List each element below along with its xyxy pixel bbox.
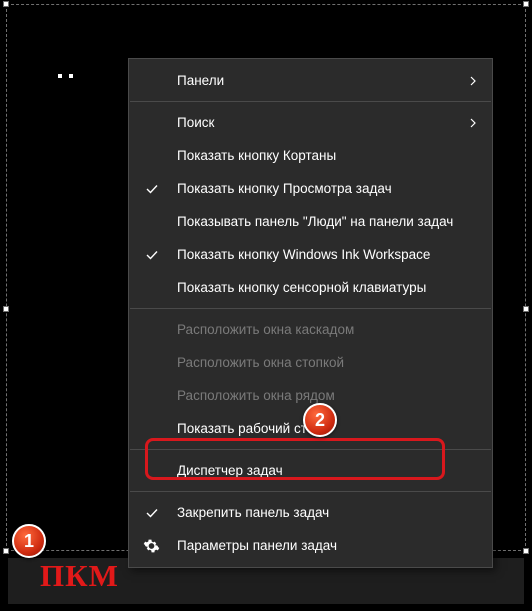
menu-item-taskbar-settings[interactable]: Параметры панели задач <box>129 529 492 562</box>
handle <box>3 1 9 7</box>
menu-item-panels[interactable]: Панели <box>129 64 492 97</box>
menu-label: Расположить окна стопкой <box>177 355 344 370</box>
menu-label: Поиск <box>177 115 214 130</box>
chevron-right-icon <box>468 118 478 128</box>
callout-badge-2: 2 <box>303 403 337 437</box>
gear-icon <box>143 537 160 554</box>
menu-separator <box>130 308 491 309</box>
taskbar-context-menu: Панели Поиск Показать кнопку Кортаны Пок… <box>128 58 493 568</box>
menu-label: Показать кнопку сенсорной клавиатуры <box>177 280 426 295</box>
menu-item-lock-taskbar[interactable]: Закрепить панель задач <box>129 496 492 529</box>
menu-label: Показывать панель "Люди" на панели задач <box>177 214 453 229</box>
pkm-label: ПКМ <box>40 558 119 594</box>
menu-label: Закрепить панель задач <box>177 505 329 520</box>
chevron-right-icon <box>468 76 478 86</box>
menu-item-ink-workspace[interactable]: Показать кнопку Windows Ink Workspace <box>129 238 492 271</box>
handle <box>3 306 9 312</box>
menu-label: Расположить окна каскадом <box>177 322 354 337</box>
menu-item-task-view[interactable]: Показать кнопку Просмотра задач <box>129 172 492 205</box>
handle <box>69 74 73 78</box>
handle <box>58 74 62 78</box>
menu-item-people[interactable]: Показывать панель "Люди" на панели задач <box>129 205 492 238</box>
menu-label: Расположить окна рядом <box>177 388 335 403</box>
menu-item-cortana[interactable]: Показать кнопку Кортаны <box>129 139 492 172</box>
handle <box>523 306 529 312</box>
menu-item-touch-keyboard[interactable]: Показать кнопку сенсорной клавиатуры <box>129 271 492 304</box>
menu-label: Параметры панели задач <box>177 538 337 553</box>
menu-label: Панели <box>177 73 224 88</box>
menu-label: Показать кнопку Кортаны <box>177 148 336 163</box>
check-icon <box>145 182 159 196</box>
menu-separator <box>130 491 491 492</box>
handle <box>523 548 529 554</box>
menu-item-search[interactable]: Поиск <box>129 106 492 139</box>
menu-item-stack: Расположить окна стопкой <box>129 346 492 379</box>
menu-label: Показать кнопку Просмотра задач <box>177 181 392 196</box>
highlight-box-task-manager <box>145 438 445 480</box>
check-icon <box>145 248 159 262</box>
badge-text: 1 <box>24 531 34 552</box>
menu-item-cascade: Расположить окна каскадом <box>129 313 492 346</box>
callout-badge-1: 1 <box>12 524 46 558</box>
handle <box>3 548 9 554</box>
menu-label: Показать кнопку Windows Ink Workspace <box>177 247 430 262</box>
menu-label: Показать рабочий стол <box>177 421 322 436</box>
badge-text: 2 <box>315 410 325 431</box>
handle <box>523 1 529 7</box>
menu-separator <box>130 101 491 102</box>
check-icon <box>145 506 159 520</box>
